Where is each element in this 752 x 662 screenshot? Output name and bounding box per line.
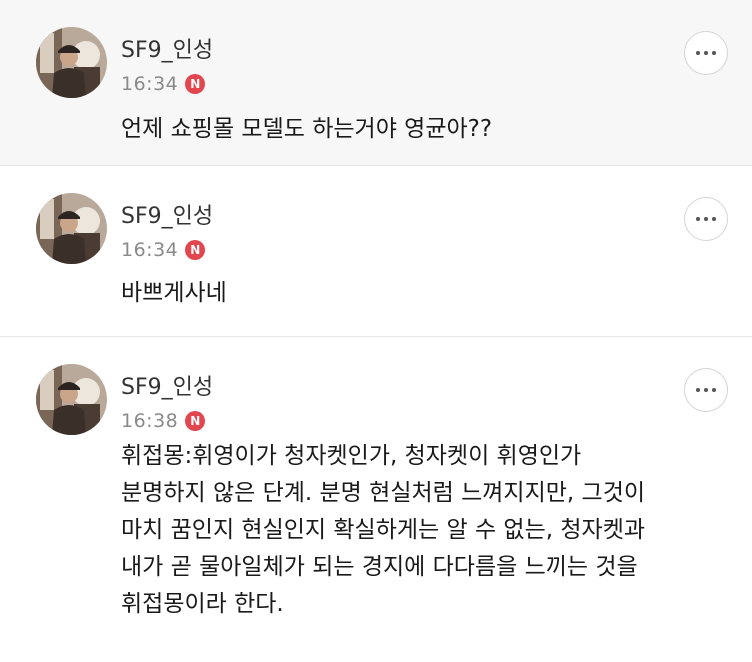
- more-icon: [696, 217, 700, 221]
- comment-post: SF9_인성 16:34 N 바쁘게사네: [0, 166, 752, 337]
- more-icon: [704, 51, 708, 55]
- username[interactable]: SF9_인성: [121, 204, 213, 230]
- comment-line: 분명하지 않은 단계. 분명 현실처럼 느껴지지만, 그것이: [121, 480, 646, 506]
- more-icon: [704, 388, 708, 392]
- timestamp: 16:34: [121, 73, 179, 95]
- avatar[interactable]: [36, 27, 107, 98]
- avatar[interactable]: [36, 193, 107, 264]
- username[interactable]: SF9_인성: [121, 375, 213, 401]
- more-options-button[interactable]: [684, 197, 728, 241]
- username[interactable]: SF9_인성: [121, 38, 213, 64]
- comment-line: 마치 꿈인지 현실인지 확실하게는 알 수 없는, 청자켓과: [121, 517, 646, 543]
- comment-line: 휘접몽:휘영이가 청자켓인가, 청자켓이 휘영인가: [121, 443, 582, 469]
- more-icon: [712, 217, 716, 221]
- more-options-button[interactable]: [684, 368, 728, 412]
- post-meta: 16:34 N: [121, 239, 206, 261]
- comment-line: 내가 곧 물아일체가 되는 경지에 다다름을 느끼는 것을: [121, 554, 638, 580]
- avatar[interactable]: [36, 364, 107, 435]
- new-badge: N: [185, 74, 206, 94]
- comment-text: 휘접몽:휘영이가 청자켓인가, 청자켓이 휘영인가 분명하지 않은 단계. 분명…: [121, 438, 645, 623]
- comment-text: 바쁘게사네: [121, 275, 227, 312]
- more-icon: [696, 51, 700, 55]
- new-badge: N: [185, 240, 206, 260]
- more-icon: [704, 217, 708, 221]
- more-icon: [696, 388, 700, 392]
- timestamp: 16:38: [121, 410, 179, 432]
- more-icon: [712, 51, 716, 55]
- comment-line: 언제 쇼핑몰 모델도 하는거야 영균아??: [121, 116, 493, 142]
- new-badge: N: [185, 411, 206, 431]
- more-icon: [712, 388, 716, 392]
- post-meta: 16:38 N: [121, 410, 206, 432]
- post-meta: 16:34 N: [121, 73, 206, 95]
- timestamp: 16:34: [121, 239, 179, 261]
- comment-post: SF9_인성 16:38 N 휘접몽:휘영이가 청자켓인가, 청자켓이 휘영인가…: [0, 337, 752, 662]
- comment-feed: SF9_인성 16:34 N 언제 쇼핑몰 모델도 하는거야 영균아?? SF9…: [0, 0, 752, 662]
- comment-post: SF9_인성 16:34 N 언제 쇼핑몰 모델도 하는거야 영균아??: [0, 0, 752, 166]
- comment-line: 휘접몽이라 한다.: [121, 591, 284, 617]
- more-options-button[interactable]: [684, 31, 728, 75]
- comment-line: 바쁘게사네: [121, 280, 227, 306]
- comment-text: 언제 쇼핑몰 모델도 하는거야 영균아??: [121, 111, 492, 148]
